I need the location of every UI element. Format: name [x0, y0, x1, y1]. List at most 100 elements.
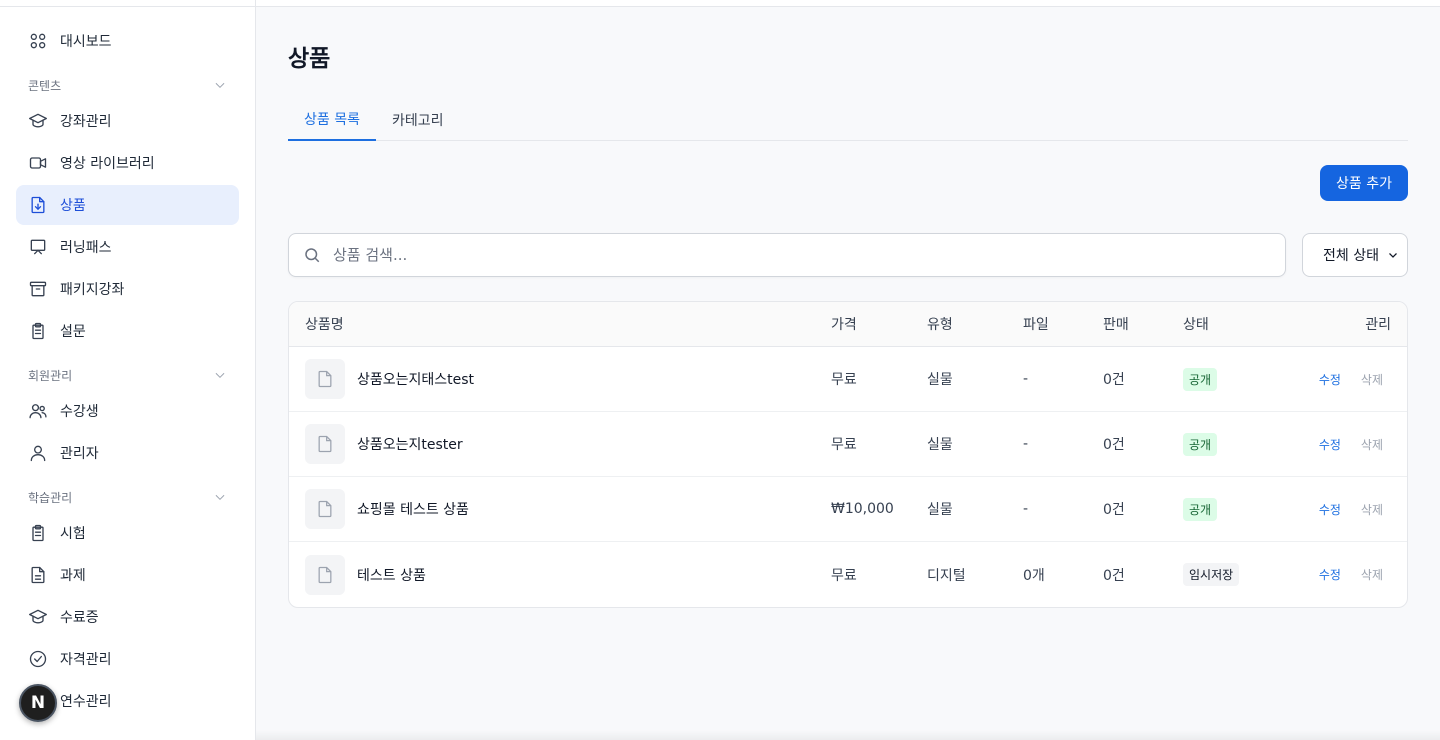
search-input[interactable] [333, 246, 1271, 264]
delete-button[interactable]: 삭제 [1361, 371, 1383, 388]
top-bar [256, 0, 1440, 7]
header-file: 파일 [1023, 317, 1049, 333]
delete-button[interactable]: 삭제 [1361, 566, 1383, 583]
archive-box-icon [28, 279, 48, 299]
sidebar-item-label: 과제 [60, 568, 86, 584]
filter-row: 전체 상태 [288, 233, 1408, 277]
sidebar-item-label: 시험 [60, 526, 86, 542]
sidebar-item-label: 영상 라이브러리 [60, 156, 155, 172]
cell-type: 디지털 [927, 567, 966, 584]
cell-file: - [1023, 436, 1029, 452]
section-content[interactable]: 콘텐츠 [16, 69, 239, 101]
cell-name: 테스트 상품 [289, 554, 831, 595]
sidebar-item-survey[interactable]: 설문 [16, 311, 239, 351]
check-circle-icon [28, 649, 48, 669]
status-badge: 공개 [1183, 432, 1218, 456]
sidebar-item-qualification[interactable]: 자격관리 [16, 639, 239, 679]
cell-status: 임시저장 [1183, 563, 1283, 586]
cell-sales: 0건 [1103, 372, 1125, 388]
header-status: 상태 [1183, 317, 1209, 333]
cell-name: 상품오는지tester [289, 424, 831, 464]
cell-manage: 수정 삭제 [1283, 371, 1407, 388]
sidebar-item-video-library[interactable]: 영상 라이브러리 [16, 143, 239, 183]
section-learning[interactable]: 학습관리 [16, 481, 239, 513]
next-dev-badge[interactable]: N [19, 684, 57, 722]
sidebar-item-label: 수강생 [60, 404, 99, 420]
delete-button[interactable]: 삭제 [1361, 501, 1383, 518]
chevron-down-icon [215, 82, 225, 88]
sidebar-item-assignment[interactable]: 과제 [16, 555, 239, 595]
cell-file: - [1023, 501, 1029, 517]
table-row: 상품오는지태스test 무료 실물 - 0건 공개 수정 삭제 [289, 347, 1407, 412]
cell-price: ₩10,000 [831, 501, 894, 517]
chevron-down-icon [215, 372, 225, 378]
sidebar-item-exam[interactable]: 시험 [16, 513, 239, 553]
sidebar-item-students[interactable]: 수강생 [16, 391, 239, 431]
graduation-cap-icon [28, 111, 48, 131]
edit-button[interactable]: 수정 [1319, 566, 1341, 583]
sidebar-item-label: 상품 [60, 198, 86, 214]
product-thumbnail [305, 424, 345, 464]
sidebar-item-label: 연수관리 [60, 694, 112, 710]
add-product-button[interactable]: 상품 추가 [1320, 165, 1408, 201]
graduation-cap-icon [28, 607, 48, 627]
section-members[interactable]: 회원관리 [16, 359, 239, 391]
tab-product-list[interactable]: 상품 목록 [288, 99, 376, 141]
status-filter-value: 전체 상태 [1323, 248, 1379, 264]
file-icon [318, 435, 332, 453]
cell-price: 무료 [831, 567, 857, 584]
status-filter-select[interactable]: 전체 상태 [1302, 233, 1408, 277]
dashboard-grid-icon [28, 31, 48, 51]
cell-type: 실물 [927, 372, 953, 388]
product-name[interactable]: 쇼핑몰 테스트 상품 [357, 499, 469, 519]
cell-status: 공개 [1183, 367, 1283, 391]
cell-price: 무료 [831, 437, 857, 453]
section-label: 콘텐츠 [28, 78, 62, 93]
user-icon [28, 443, 48, 463]
header-sales: 판매 [1103, 317, 1129, 333]
main-content: 상품 상품 목록 카테고리 상품 추가 전체 상태 [256, 0, 1440, 740]
products-table: 상품명 가격 유형 파일 판매 상태 관리 상품오는지태스test 무료 실물 … [288, 301, 1408, 608]
page-title: 상품 [288, 46, 331, 72]
product-name[interactable]: 상품오는지tester [357, 434, 463, 454]
edit-button[interactable]: 수정 [1319, 436, 1341, 453]
product-thumbnail [305, 489, 345, 529]
section-label: 학습관리 [28, 490, 73, 505]
sidebar-item-courses[interactable]: 강좌관리 [16, 101, 239, 141]
cell-manage: 수정 삭제 [1283, 566, 1407, 583]
file-download-icon [28, 195, 48, 215]
sidebar-item-admins[interactable]: 관리자 [16, 433, 239, 473]
product-name[interactable]: 테스트 상품 [357, 565, 426, 585]
sidebar-item-label: 패키지강좌 [60, 282, 125, 298]
delete-button[interactable]: 삭제 [1361, 436, 1383, 453]
edit-button[interactable]: 수정 [1319, 371, 1341, 388]
section-label: 회원관리 [28, 368, 73, 383]
sidebar-item-dashboard[interactable]: 대시보드 [16, 21, 239, 61]
status-badge: 공개 [1183, 367, 1218, 391]
clipboard-icon [28, 523, 48, 543]
product-thumbnail [305, 359, 345, 399]
tab-category[interactable]: 카테고리 [376, 99, 460, 141]
file-text-icon [28, 565, 48, 585]
chevron-down-icon [1389, 253, 1397, 258]
cell-file: 0개 [1023, 567, 1045, 584]
cell-sales: 0건 [1103, 567, 1125, 584]
sidebar-item-label: 러닝패스 [60, 240, 112, 256]
cell-name: 상품오는지태스test [289, 359, 831, 399]
header-manage: 관리 [1365, 317, 1391, 333]
clipboard-icon [28, 321, 48, 341]
search-icon [305, 248, 320, 263]
sidebar-item-label: 대시보드 [60, 34, 112, 50]
cell-name: 쇼핑몰 테스트 상품 [289, 489, 831, 529]
cell-type: 실물 [927, 502, 953, 518]
sidebar-item-label: 강좌관리 [60, 114, 112, 130]
file-icon [318, 500, 332, 518]
table-header: 상품명 가격 유형 파일 판매 상태 관리 [289, 302, 1407, 347]
product-name[interactable]: 상품오는지태스test [357, 369, 474, 389]
sidebar-item-certificate[interactable]: 수료증 [16, 597, 239, 637]
edit-button[interactable]: 수정 [1319, 501, 1341, 518]
sidebar-item-learning-path[interactable]: 러닝패스 [16, 227, 239, 267]
sidebar-item-products[interactable]: 상품 [16, 185, 239, 225]
video-camera-icon [28, 153, 48, 173]
sidebar-item-package-courses[interactable]: 패키지강좌 [16, 269, 239, 309]
